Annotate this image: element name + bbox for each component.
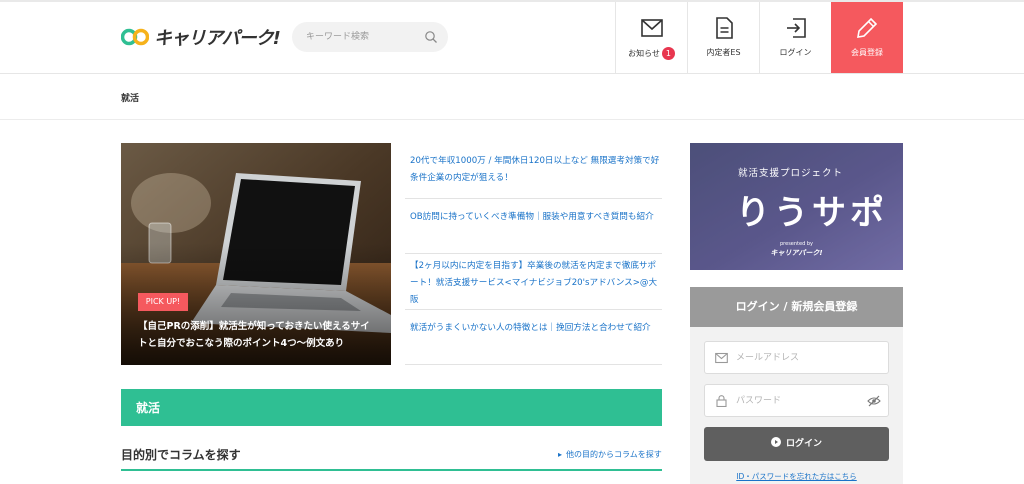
forgot-password-link[interactable]: ID・パスワードを忘れた方はこちら — [690, 471, 903, 482]
lock-icon — [716, 395, 727, 407]
nav-notifications-label: お知らせ 1 — [616, 47, 687, 60]
nav-notifications[interactable]: お知らせ 1 — [615, 2, 687, 73]
email-input[interactable] — [736, 342, 866, 373]
logo-mark-icon — [121, 28, 149, 46]
nav-login[interactable]: ログイン — [759, 2, 831, 73]
nav-es[interactable]: 内定者ES — [687, 2, 759, 73]
password-input[interactable] — [736, 385, 866, 416]
section-heading-bar: 就活 — [121, 389, 662, 426]
nav-register-button[interactable]: 会員登録 — [831, 2, 903, 73]
breadcrumb-band — [0, 74, 1024, 120]
pickup-title[interactable]: 【自己PRの添削】就活生が知っておきたい使えるサイトと自分でおこなう際のポイント… — [138, 318, 378, 352]
pickup-badge: PICK UP! — [138, 293, 188, 311]
mail-icon — [641, 19, 663, 37]
breadcrumb: 就活 — [121, 94, 140, 104]
login-icon — [787, 18, 806, 38]
list-item: OB訪問に持っていくべき準備物｜服装や用意すべき質問も紹介 — [405, 199, 662, 254]
password-field[interactable] — [704, 384, 889, 417]
login-heading: ログイン / 新規会員登録 — [690, 287, 903, 327]
banner-presented-by: presented by — [780, 241, 813, 247]
article-link[interactable]: OB訪問に持っていくべき準備物｜服装や用意すべき質問も紹介 — [410, 209, 660, 226]
nav-es-label: 内定者ES — [706, 48, 741, 57]
login-button[interactable]: ログイン — [704, 427, 889, 461]
site-header: キャリアパーク! お知らせ1 内定者ES ログイン — [0, 0, 1024, 74]
search-input[interactable] — [306, 22, 416, 52]
notification-count-badge: 1 — [661, 47, 675, 60]
eye-slash-icon[interactable] — [867, 395, 881, 407]
support-project-banner[interactable]: 就活支援プロジェクト りうサポ presented by キャリアパーク! — [690, 143, 903, 270]
login-button-label: ログイン — [785, 439, 822, 449]
play-circle-icon — [770, 437, 781, 447]
document-icon — [716, 17, 733, 39]
nav-login-label: ログイン — [779, 48, 812, 57]
banner-brand: キャリアパーク! — [770, 249, 823, 257]
nav-register-label: 会員登録 — [851, 48, 883, 57]
list-item: 20代で年収1000万 / 年間休日120日以上など 無限選考対策で好条件企業の… — [405, 143, 662, 199]
login-panel: ログイン / 新規会員登録 ログイン ID・パスワードを忘れた方はこちら — [690, 287, 903, 484]
email-field[interactable] — [704, 341, 889, 374]
other-purpose-link[interactable]: 他の目的からコラムを探す — [558, 449, 662, 460]
pencil-icon — [857, 17, 878, 38]
search-box — [292, 22, 448, 52]
banner-title: りうサポ — [736, 193, 888, 233]
banner-subtitle: 就活支援プロジェクト — [738, 168, 844, 179]
purpose-divider — [121, 469, 662, 471]
mail-icon — [715, 352, 728, 364]
section-heading: 就活 — [136, 401, 161, 415]
logo-text: キャリアパーク! — [154, 28, 281, 49]
article-link[interactable]: 就活がうまくいかない人の特徴とは｜挽回方法と合わせて紹介 — [410, 320, 660, 337]
list-item: 【2ヶ月以内に内定を目指す】卒業後の就活を内定まで徹底サポート！就活支援サービス… — [405, 254, 662, 310]
purpose-title: 目的別でコラムを探す — [121, 448, 241, 462]
article-link[interactable]: 【2ヶ月以内に内定を目指す】卒業後の就活を内定まで徹底サポート！就活支援サービス… — [410, 258, 660, 309]
article-link[interactable]: 20代で年収1000万 / 年間休日120日以上など 無限選考対策で好条件企業の… — [410, 153, 660, 187]
notifications-text: お知らせ — [628, 49, 660, 58]
list-item: 就活がうまくいかない人の特徴とは｜挽回方法と合わせて紹介 — [405, 310, 662, 365]
site-logo[interactable]: キャリアパーク! — [121, 24, 281, 50]
search-icon[interactable] — [424, 30, 438, 44]
